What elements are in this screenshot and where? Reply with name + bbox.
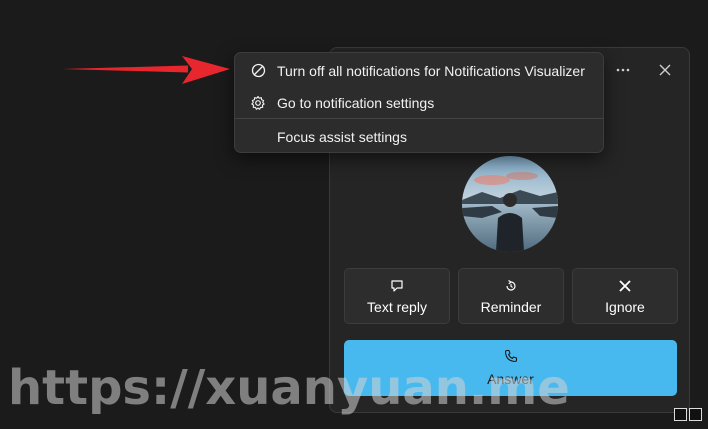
- ignore-button[interactable]: Ignore: [572, 268, 678, 324]
- text-reply-button[interactable]: Text reply: [344, 268, 450, 324]
- annotation-arrow: [62, 56, 230, 84]
- menu-item-label: Focus assist settings: [277, 128, 407, 145]
- window-icon[interactable]: [674, 408, 687, 421]
- notification-context-menu: Turn off all notifications for Notificat…: [234, 52, 604, 153]
- avatar: [462, 156, 558, 252]
- menu-item-notification-settings[interactable]: Go to notification settings: [235, 86, 603, 119]
- menu-item-label: Go to notification settings: [277, 94, 435, 111]
- alarm-snooze-icon: [504, 278, 518, 294]
- text-reply-label: Text reply: [367, 298, 427, 315]
- menu-item-focus-assist-settings[interactable]: Focus assist settings: [235, 120, 603, 153]
- menu-divider: [235, 118, 603, 119]
- x-icon: [618, 278, 632, 294]
- close-icon[interactable]: [655, 60, 675, 80]
- ignore-label: Ignore: [605, 298, 645, 315]
- reminder-button[interactable]: Reminder: [458, 268, 564, 324]
- more-options-icon[interactable]: [613, 60, 633, 80]
- taskbar-tray-icons: [674, 408, 702, 421]
- menu-item-label: Turn off all notifications for Notificat…: [277, 62, 585, 79]
- window-icon[interactable]: [689, 408, 702, 421]
- gear-icon: [249, 94, 267, 112]
- chat-bubble-icon: [390, 278, 404, 294]
- menu-item-turn-off-notifications[interactable]: Turn off all notifications for Notificat…: [235, 54, 603, 87]
- toast-controls: [613, 60, 675, 80]
- block-icon: [249, 62, 267, 80]
- toast-actions: Text reply Reminder Ignore: [344, 268, 678, 324]
- watermark-text: https://xuanyuan.me: [8, 360, 570, 416]
- reminder-label: Reminder: [480, 298, 542, 315]
